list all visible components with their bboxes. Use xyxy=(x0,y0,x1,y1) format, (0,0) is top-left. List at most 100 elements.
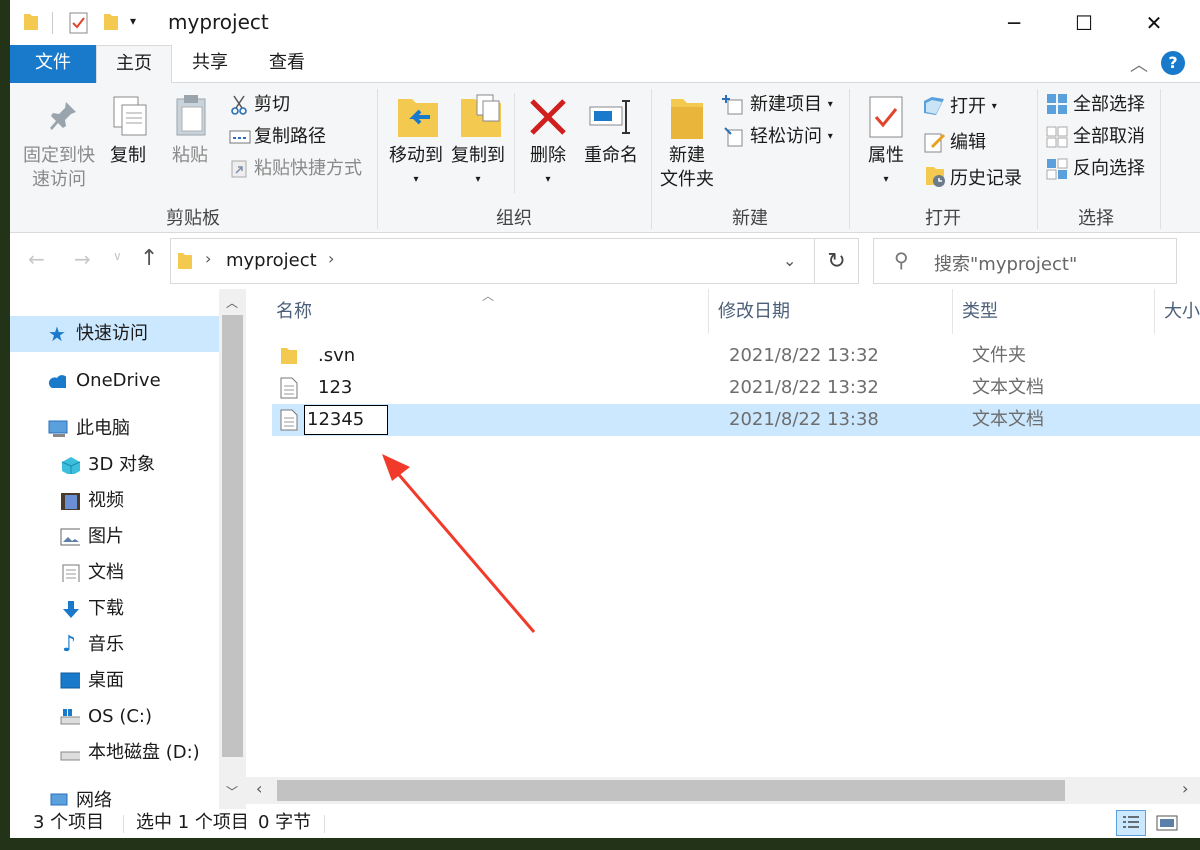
up-icon[interactable]: ↑ xyxy=(140,246,158,271)
large-icons-view-button[interactable] xyxy=(1152,810,1182,836)
properties-button[interactable]: 属性 ▾ xyxy=(860,144,912,192)
nav-desktop[interactable]: 桌面 xyxy=(10,663,219,699)
move-to-icon xyxy=(398,99,438,137)
music-note-icon: ♪ xyxy=(62,632,77,657)
delete-icon xyxy=(530,99,566,135)
select-none-button[interactable]: 全部取消 xyxy=(1073,125,1145,149)
windows-drive-icon xyxy=(60,709,80,725)
drive-icon xyxy=(60,751,80,761)
select-group-label: 选择 xyxy=(1078,208,1114,229)
file-list: ︿ 名称 修改日期 类型 大小 .svn 2021/8/22 13:32 文件夹… xyxy=(246,289,1200,777)
nav-scrollbar[interactable]: ︿ ﹀ xyxy=(219,289,246,809)
search-icon: ⚲ xyxy=(894,248,909,272)
back-icon[interactable]: ← xyxy=(28,247,45,271)
recent-locations-icon[interactable]: ∨ xyxy=(113,249,122,263)
nav-documents[interactable]: 文档 xyxy=(10,555,219,591)
nav-network[interactable]: 网络 xyxy=(10,783,219,809)
cube-icon xyxy=(61,457,80,474)
easy-access-button[interactable]: 轻松访问 ▾ xyxy=(750,125,833,149)
nav-quick-access[interactable]: ★ 快速访问 xyxy=(10,316,219,352)
scroll-up-icon[interactable]: ︿ xyxy=(226,294,238,311)
address-dropdown-icon[interactable]: ⌄ xyxy=(783,251,796,270)
scrollbar-thumb[interactable] xyxy=(277,780,1065,801)
status-item-count: 3 个项目 xyxy=(33,812,105,833)
nav-videos[interactable]: 视频 xyxy=(10,483,219,519)
details-view-button[interactable] xyxy=(1116,810,1146,836)
ribbon-tabs: 文件 主页 共享 查看 ︿ ? xyxy=(10,45,1200,84)
copy-button[interactable]: 复制 xyxy=(106,144,150,168)
search-input[interactable]: 搜索"myproject" xyxy=(934,250,1077,276)
nav-pictures[interactable]: 图片 xyxy=(10,519,219,555)
refresh-icon: ↻ xyxy=(827,248,846,274)
copy-path-button[interactable]: 复制路径 xyxy=(254,125,326,149)
nav-this-pc[interactable]: 此电脑 xyxy=(10,411,219,447)
document-icon xyxy=(62,564,80,582)
nav-os-c[interactable]: OS (C:) xyxy=(10,699,219,735)
breadcrumb-chevron-icon[interactable]: › xyxy=(205,249,211,268)
quick-access-toolbar-dropdown[interactable]: ▾ xyxy=(130,14,136,28)
divider xyxy=(123,815,124,833)
close-button[interactable]: ✕ xyxy=(1123,0,1185,45)
edit-button[interactable]: 编辑 xyxy=(950,131,986,155)
nav-downloads[interactable]: 下载 xyxy=(10,591,219,627)
search-box[interactable]: ⚲ 搜索"myproject" xyxy=(873,238,1177,284)
invert-selection-button[interactable]: 反向选择 xyxy=(1073,157,1145,181)
move-to-button[interactable]: 移动到 ▾ xyxy=(384,144,448,192)
copy-to-button[interactable]: 复制到 ▾ xyxy=(446,144,510,192)
scroll-right-icon[interactable]: › xyxy=(1182,779,1188,798)
ribbon: 固定到快 速访问 复制 粘贴 剪切 复制路径 粘贴快捷方式 剪贴板 移动到 ▾ 复制… xyxy=(10,83,1200,233)
nav-onedrive[interactable]: OneDrive xyxy=(10,363,219,399)
select-all-button[interactable]: 全部选择 xyxy=(1073,93,1145,117)
pin-icon xyxy=(50,102,76,130)
status-bar: 3 个项目 选中 1 个项目 0 字节 xyxy=(10,809,1200,838)
large-icons-view-icon xyxy=(1156,815,1178,831)
annotation-arrow xyxy=(382,454,536,633)
breadcrumb-myproject[interactable]: myproject xyxy=(226,250,317,271)
scroll-left-icon[interactable]: ‹ xyxy=(256,779,262,798)
paste-icon xyxy=(176,95,206,136)
cloud-icon xyxy=(48,375,66,388)
divider xyxy=(324,815,325,833)
delete-button[interactable]: 删除 ▾ xyxy=(524,144,572,192)
history-icon xyxy=(926,167,945,187)
new-item-button[interactable]: 新建项目 ▾ xyxy=(750,93,833,117)
select-none-icon xyxy=(1046,126,1068,148)
paste-shortcut-button[interactable]: 粘贴快捷方式 xyxy=(254,157,362,181)
open-group-label: 打开 xyxy=(925,208,961,229)
collapse-ribbon-icon[interactable]: ︿ xyxy=(1130,51,1148,77)
pin-quick-access-button[interactable]: 固定到快 速访问 xyxy=(20,144,98,192)
window-title: myproject xyxy=(168,10,269,34)
open-button[interactable]: 打开 ▾ xyxy=(950,95,997,119)
tab-view[interactable]: 查看 xyxy=(248,45,326,83)
properties-icon[interactable] xyxy=(68,11,90,35)
nav-local-d[interactable]: 本地磁盘 (D:) xyxy=(10,735,219,771)
properties-icon xyxy=(869,96,903,138)
forward-icon[interactable]: → xyxy=(74,247,91,271)
breadcrumb-chevron-icon[interactable]: › xyxy=(328,249,334,268)
organize-group-label: 组织 xyxy=(496,208,532,229)
scrollbar-thumb[interactable] xyxy=(222,315,243,757)
tab-file[interactable]: 文件 xyxy=(10,45,96,83)
paste-button[interactable]: 粘贴 xyxy=(168,144,212,168)
film-icon xyxy=(61,493,80,510)
history-button[interactable]: 历史记录 xyxy=(950,167,1022,191)
download-icon xyxy=(63,601,79,618)
tab-home[interactable]: 主页 xyxy=(96,45,172,84)
nav-3d-objects[interactable]: 3D 对象 xyxy=(10,447,219,483)
divider xyxy=(52,12,53,34)
refresh-button[interactable]: ↻ xyxy=(815,238,859,284)
details-view-icon xyxy=(1123,816,1139,828)
scroll-down-icon[interactable]: ﹀ xyxy=(226,783,238,800)
nav-music[interactable]: ♪ 音乐 xyxy=(10,627,219,663)
new-folder-icon[interactable] xyxy=(102,12,120,32)
help-icon[interactable]: ? xyxy=(1161,51,1185,75)
new-folder-button[interactable]: 新建 文件夹 xyxy=(656,144,718,192)
tab-share[interactable]: 共享 xyxy=(172,45,248,83)
horizontal-scrollbar[interactable]: ‹ › xyxy=(246,777,1200,804)
rename-button[interactable]: 重命名 xyxy=(580,144,642,168)
minimize-button[interactable]: ─ xyxy=(983,0,1045,45)
address-bar[interactable]: › myproject › ⌄ xyxy=(170,238,815,284)
folder-icon xyxy=(178,253,192,269)
maximize-button[interactable]: ☐ xyxy=(1053,0,1115,45)
cut-button[interactable]: 剪切 xyxy=(254,93,290,117)
